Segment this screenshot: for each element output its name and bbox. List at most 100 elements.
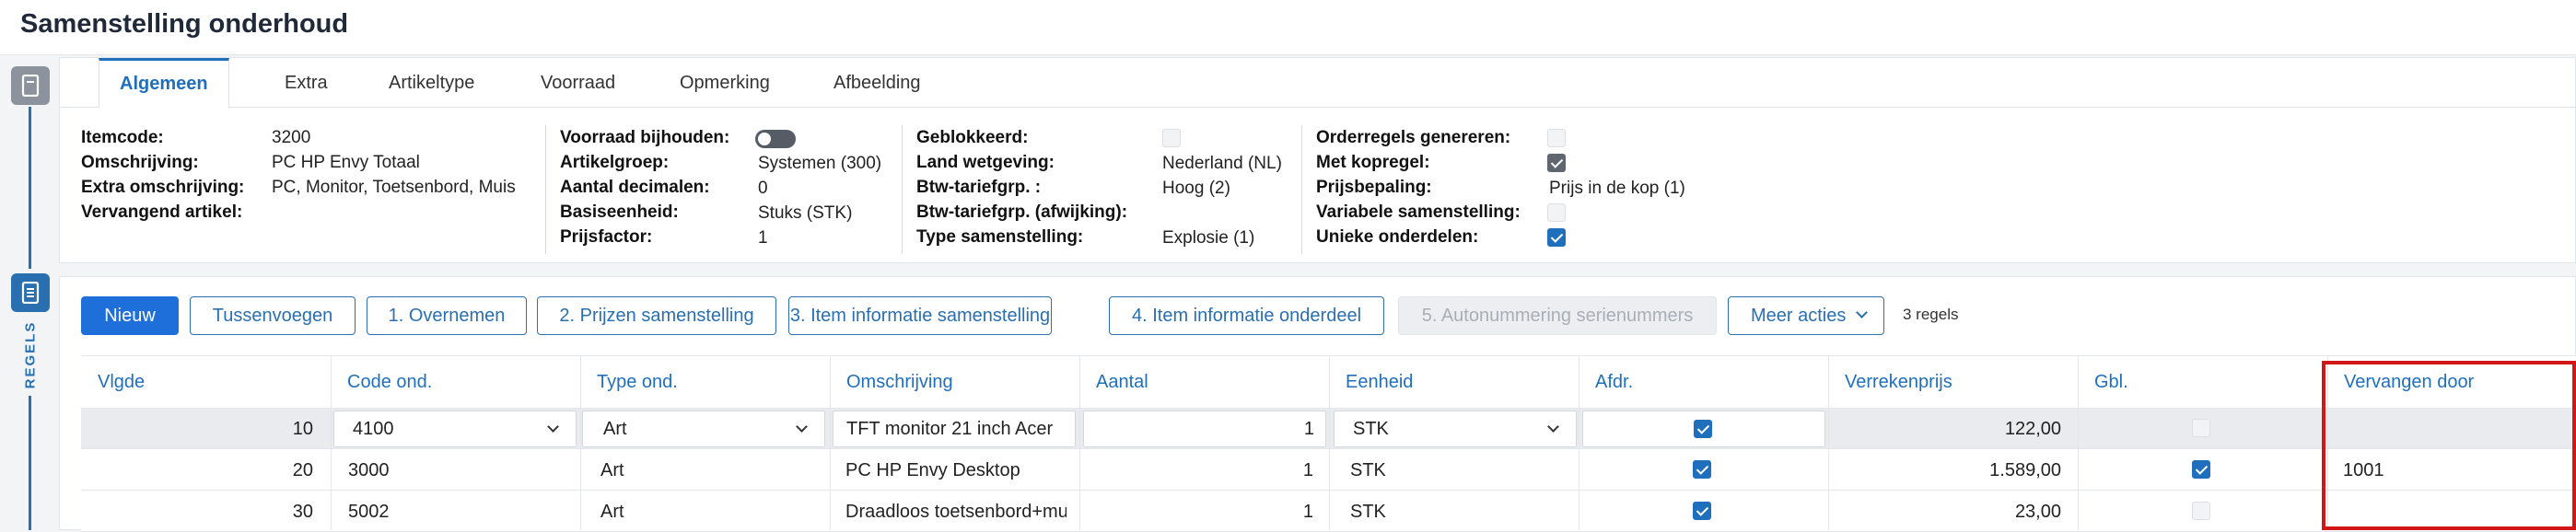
extra-omschrijving-value: PC, Monitor, Toetsenbord, Muis	[272, 178, 516, 197]
basiseenheid-value: Stuks (STK)	[758, 203, 853, 223]
type-ond-value: Art	[603, 419, 627, 439]
geblokkeerd-label: Geblokkeerd:	[916, 128, 1029, 147]
column-header-afdr[interactable]: Afdr.	[1595, 372, 1633, 393]
verrekenprijs-value: 122,00	[2004, 419, 2061, 439]
prijzen-samenstelling-button[interactable]: 2. Prijzen samenstelling	[537, 296, 776, 335]
column-separator	[580, 355, 581, 530]
artikelgroep-value: Systemen (300)	[758, 154, 882, 173]
cell-omschrijving: Draadloos toetsenbord+muis	[845, 502, 1067, 522]
column-separator	[830, 355, 831, 530]
unieke-onderdelen-checkbox[interactable]	[1547, 228, 1566, 247]
omschrijving-input[interactable]: TFT monitor 21 inch Acer	[833, 411, 1076, 447]
overnemen-button[interactable]: 1. Overnemen	[367, 296, 527, 335]
column-header-code-ond[interactable]: Code ond.	[347, 372, 432, 393]
gbl-checkbox[interactable]	[2192, 502, 2210, 520]
regels-count: 3 regels	[1903, 306, 1959, 323]
column-header-omschrijving[interactable]: Omschrijving	[846, 372, 953, 393]
column-separator	[1079, 355, 1080, 530]
chevron-down-icon	[547, 421, 559, 433]
type-ond-select[interactable]: Art	[582, 411, 825, 447]
rail-regels-button[interactable]	[11, 273, 50, 312]
column-separator	[1828, 355, 1829, 530]
chevron-down-icon	[1547, 421, 1559, 433]
item-info-samenstelling-button[interactable]: 3. Item informatie samenstelling	[788, 296, 1052, 335]
column-header-verrekenprijs[interactable]: Verrekenprijs	[1845, 372, 1952, 393]
tab-extra[interactable]: Extra	[264, 58, 348, 108]
itemcode-label: Itemcode:	[81, 128, 164, 147]
geblokkeerd-checkbox[interactable]	[1162, 129, 1181, 147]
vervangend-artikel-label: Vervangend artikel:	[81, 202, 243, 222]
column-separator	[331, 355, 332, 530]
btw-tariefgrp-afwijking-label: Btw-tariefgrp. (afwijking):	[916, 202, 1128, 222]
chevron-down-icon	[796, 421, 808, 433]
tab-afbeelding[interactable]: Afbeelding	[813, 58, 941, 108]
cell-type-ond: Art	[600, 460, 624, 480]
column-header-gbl[interactable]: Gbl.	[2094, 372, 2128, 393]
rail-general-button[interactable]	[11, 66, 50, 105]
cell-eenheid: STK	[1350, 502, 1386, 522]
document-icon	[21, 75, 40, 97]
column-header-eenheid[interactable]: Eenheid	[1346, 372, 1413, 393]
btw-tariefgrp-label: Btw-tariefgrp. :	[916, 178, 1042, 197]
tab-algemeen[interactable]: Algemeen	[99, 58, 229, 109]
column-header-aantal[interactable]: Aantal	[1096, 372, 1148, 393]
itemcode-value: 3200	[272, 128, 311, 147]
autonummering-serienummers-button: 5. Autonummering serienummers	[1398, 296, 1717, 335]
basiseenheid-label: Basiseenheid:	[560, 202, 679, 222]
eenheid-select[interactable]: STK	[1334, 411, 1577, 447]
aantal-input[interactable]: 1	[1083, 411, 1326, 447]
meer-acties-button[interactable]: Meer acties	[1728, 296, 1884, 335]
meer-acties-label: Meer acties	[1751, 305, 1847, 326]
cell-eenheid: STK	[1350, 460, 1386, 480]
column-divider	[545, 125, 546, 254]
chevron-down-icon	[1856, 306, 1868, 318]
tab-voorraad[interactable]: Voorraad	[520, 58, 635, 108]
tab-artikeltype[interactable]: Artikeltype	[368, 58, 495, 108]
tussenvoegen-button[interactable]: Tussenvoegen	[190, 296, 356, 335]
met-kopregel-checkbox[interactable]	[1547, 154, 1566, 172]
afdr-checkbox[interactable]	[1693, 502, 1711, 520]
tab-opmerking[interactable]: Opmerking	[659, 58, 790, 108]
aantal-decimalen-label: Aantal decimalen:	[560, 178, 710, 197]
extra-omschrijving-label: Extra omschrijving:	[81, 178, 245, 197]
afdr-cell	[1582, 411, 1825, 447]
omschrijving-value: TFT monitor 21 inch Acer	[846, 419, 1054, 439]
vervangen-door-highlight	[2322, 361, 2576, 530]
met-kopregel-label: Met kopregel:	[1316, 153, 1430, 172]
variabele-samenstelling-checkbox[interactable]	[1547, 203, 1566, 222]
prijsbepaling-value: Prijs in de kop (1)	[1549, 179, 1685, 198]
unieke-onderdelen-label: Unieke onderdelen:	[1316, 227, 1479, 247]
gbl-checkbox[interactable]	[2192, 460, 2210, 479]
gbl-checkbox[interactable]	[2192, 419, 2210, 437]
artikelgroep-label: Artikelgroep:	[560, 153, 670, 172]
nieuw-button[interactable]: Nieuw	[81, 296, 179, 335]
prijsfactor-value: 1	[758, 228, 768, 248]
column-header-type-ond[interactable]: Type ond.	[597, 372, 678, 393]
voorraad-bijhouden-toggle[interactable]	[755, 130, 796, 148]
afdr-checkbox[interactable]	[1694, 420, 1712, 438]
land-wetgeving-label: Land wetgeving:	[916, 153, 1055, 172]
orderregels-genereren-checkbox[interactable]	[1547, 129, 1566, 147]
cell-code-ond: 5002	[348, 502, 390, 522]
rail-regels-label: REGELS	[22, 320, 39, 388]
cell-code-ond: 3000	[348, 460, 390, 480]
list-document-icon	[21, 282, 40, 304]
column-separator	[2078, 355, 2079, 530]
cell-verrekenprijs: 23,00	[2014, 502, 2061, 522]
code-ond-select[interactable]: 4100	[333, 411, 577, 447]
item-info-onderdeel-button[interactable]: 4. Item informatie onderdeel	[1109, 296, 1384, 335]
type-samenstelling-value: Explosie (1)	[1162, 228, 1255, 248]
variabele-samenstelling-label: Variabele samenstelling:	[1316, 202, 1521, 222]
column-divider	[1301, 125, 1302, 254]
prijsbepaling-label: Prijsbepaling:	[1316, 178, 1432, 197]
land-wetgeving-value: Nederland (NL)	[1162, 154, 1282, 173]
page-title: Samenstelling onderhoud	[20, 9, 349, 39]
code-ond-value: 4100	[353, 419, 394, 439]
column-header-vlgde[interactable]: Vlgde	[98, 372, 145, 393]
tab-bar: Algemeen Extra Artikeltype Voorraad Opme…	[60, 58, 2575, 109]
rail-connector-line	[29, 107, 31, 269]
omschrijving-label: Omschrijving:	[81, 153, 199, 172]
btw-tariefgrp-value: Hoog (2)	[1162, 179, 1230, 198]
orderregels-genereren-label: Orderregels genereren:	[1316, 128, 1511, 147]
afdr-checkbox[interactable]	[1693, 460, 1711, 479]
